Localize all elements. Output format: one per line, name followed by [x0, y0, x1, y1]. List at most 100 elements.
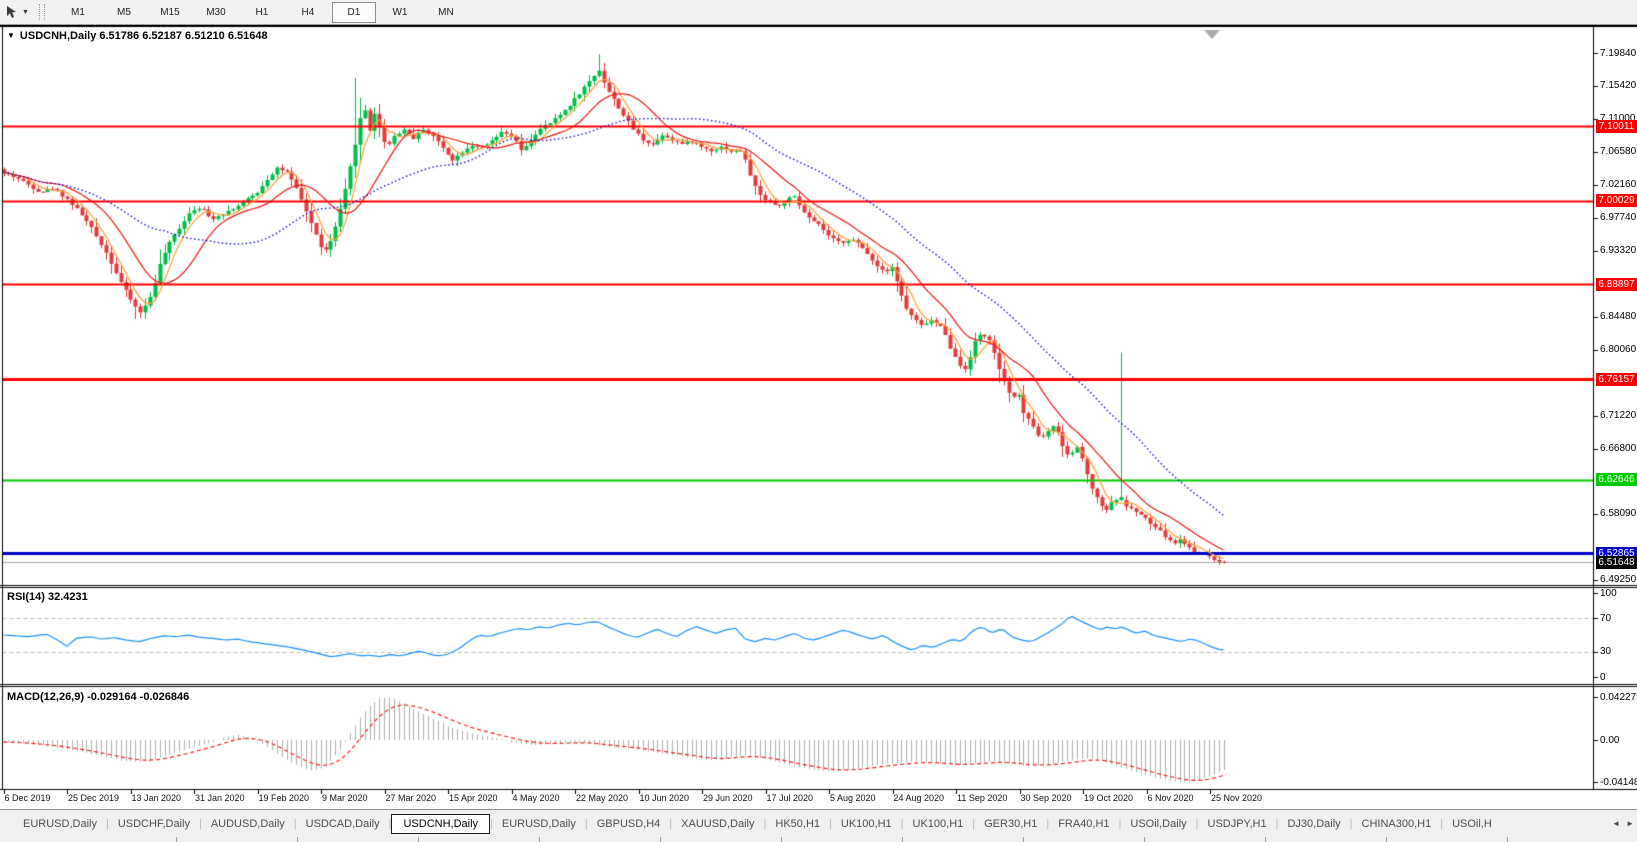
- price-axis-label: 7.15420: [1600, 79, 1636, 92]
- symbol-expand-icon[interactable]: ▼: [7, 31, 15, 40]
- status-strip-divider: [660, 837, 661, 842]
- date-label: 25 Dec 2019: [68, 793, 119, 803]
- date-label: 6 Dec 2019: [5, 793, 51, 803]
- timeframe-buttons: M1M5M15M30H1H4D1W1MN: [55, 2, 469, 23]
- status-strip-divider: [539, 837, 540, 842]
- rsi-axis-label: 100: [1600, 587, 1617, 600]
- chevron-down-icon[interactable]: ▼: [22, 9, 29, 16]
- status-strip-divider: [781, 837, 782, 842]
- chart-canvas[interactable]: [0, 25, 1637, 794]
- tab-dj30-daily[interactable]: DJ30,Daily: [1278, 815, 1349, 833]
- date-label: 10 Jun 2020: [640, 793, 690, 803]
- price-axis-label: 7.06580: [1600, 145, 1636, 158]
- price-axis-label: 6.80060: [1600, 343, 1636, 356]
- status-strip-divider: [1507, 837, 1508, 842]
- tab-scroll-arrows: ◄ ►: [1606, 810, 1634, 837]
- tab-fra40-h1[interactable]: FRA40,H1: [1049, 815, 1118, 833]
- price-axis-label: 6.71220: [1600, 409, 1636, 422]
- timeframe-button-m5[interactable]: M5: [102, 2, 146, 23]
- date-label: 5 Aug 2020: [830, 793, 876, 803]
- timeframe-button-m30[interactable]: M30: [194, 2, 238, 23]
- date-label: 19 Feb 2020: [259, 793, 310, 803]
- date-label: 11 Sep 2020: [957, 793, 1007, 803]
- tab-xauusd-daily[interactable]: XAUUSD,Daily: [672, 815, 763, 833]
- tab-eurusd-daily[interactable]: EURUSD,Daily: [493, 815, 585, 833]
- price-axis-label: 6.49250: [1600, 573, 1636, 586]
- tab-usdcnh-daily[interactable]: USDCNH,Daily: [391, 814, 490, 834]
- tab-bar: EURUSD,Daily|USDCHF,Daily|AUDUSD,Daily|U…: [0, 809, 1637, 837]
- status-strip-divider: [297, 837, 298, 842]
- tab-eurusd-daily[interactable]: EURUSD,Daily: [14, 815, 106, 833]
- price-axis-label: 6.66800: [1600, 442, 1636, 455]
- price-axis-label: 6.97740: [1600, 211, 1636, 224]
- status-strip-divider: [418, 837, 419, 842]
- chart-title-text: USDCNH,Daily 6.51786 6.52187 6.51210 6.5…: [20, 30, 268, 42]
- timeframe-button-mn[interactable]: MN: [424, 2, 468, 23]
- status-strip-divider: [1265, 837, 1266, 842]
- date-label: 27 Mar 2020: [386, 793, 437, 803]
- date-label: 25 Nov 2020: [1211, 793, 1262, 803]
- hline-price-tag: 7.00029: [1596, 194, 1637, 207]
- tab-scroll-right-icon[interactable]: ►: [1626, 819, 1634, 828]
- tab-gbpusd-h4[interactable]: GBPUSD,H4: [588, 815, 670, 833]
- tab-uk100-h1[interactable]: UK100,H1: [832, 815, 901, 833]
- macd-label: MACD(12,26,9) -0.029164 -0.026846: [7, 691, 189, 703]
- price-axis-label: 7.19840: [1600, 47, 1636, 60]
- date-label: 29 Jun 2020: [703, 793, 753, 803]
- rsi-label: RSI(14) 32.4231: [7, 591, 88, 603]
- chart-title: ▼ USDCNH,Daily 6.51786 6.52187 6.51210 6.…: [7, 30, 268, 42]
- date-label: 24 Aug 2020: [894, 793, 945, 803]
- tab-audusd-daily[interactable]: AUDUSD,Daily: [202, 815, 294, 833]
- hline-price-tag: 6.88897: [1596, 278, 1637, 291]
- date-label: 4 May 2020: [513, 793, 560, 803]
- tab-ger30-h1[interactable]: GER30,H1: [975, 815, 1046, 833]
- cursor-tool-icon[interactable]: [4, 4, 20, 20]
- tab-uk100-h1[interactable]: UK100,H1: [904, 815, 973, 833]
- tab-list: EURUSD,Daily|USDCHF,Daily|AUDUSD,Daily|U…: [0, 814, 1501, 834]
- date-label: 19 Oct 2020: [1084, 793, 1133, 803]
- date-label: 13 Jan 2020: [132, 793, 182, 803]
- timeframe-button-w1[interactable]: W1: [378, 2, 422, 23]
- tab-usdchf-daily[interactable]: USDCHF,Daily: [109, 815, 199, 833]
- toolbar: ▼ M1M5M15M30H1H4D1W1MN: [0, 0, 1637, 25]
- date-label: 22 May 2020: [576, 793, 628, 803]
- timeframe-button-d1[interactable]: D1: [332, 2, 376, 23]
- date-label: 31 Jan 2020: [195, 793, 245, 803]
- tab-hk50-h1[interactable]: HK50,H1: [766, 815, 829, 833]
- hline-price-tag: 6.62646: [1596, 473, 1637, 486]
- toolbar-grip[interactable]: [39, 4, 45, 20]
- rsi-axis-label: 30: [1600, 645, 1611, 658]
- date-label: 9 Mar 2020: [322, 793, 368, 803]
- date-label: 17 Jul 2020: [767, 793, 814, 803]
- mt4-window: ▼ M1M5M15M30H1H4D1W1MN ▼ USDCNH,Daily 6.5…: [0, 0, 1637, 842]
- status-strip-divider: [902, 837, 903, 842]
- macd-axis-label: 0.00: [1600, 734, 1619, 747]
- tab-scroll-left-icon[interactable]: ◄: [1612, 819, 1620, 828]
- price-axis-label: 6.58090: [1600, 507, 1636, 520]
- price-axis-label: 6.93320: [1600, 244, 1636, 257]
- tab-usoil-h[interactable]: USOil,H: [1443, 815, 1501, 833]
- timeframe-button-h4[interactable]: H4: [286, 2, 330, 23]
- date-label: 30 Sep 2020: [1021, 793, 1072, 803]
- date-label: 15 Apr 2020: [449, 793, 498, 803]
- timeframe-button-h1[interactable]: H1: [240, 2, 284, 23]
- timeframe-button-m15[interactable]: M15: [148, 2, 192, 23]
- macd-axis-label: -0.04148: [1600, 776, 1637, 789]
- timeframe-button-m1[interactable]: M1: [56, 2, 100, 23]
- hline-price-tag: 7.10011: [1596, 120, 1637, 133]
- current-price-tag: 6.51648: [1596, 556, 1637, 569]
- hline-price-tag: 6.76157: [1596, 373, 1637, 386]
- price-axis-label: 6.84480: [1600, 310, 1636, 323]
- date-label: 6 Nov 2020: [1148, 793, 1194, 803]
- status-strip-divider: [1386, 837, 1387, 842]
- status-strip-divider: [1144, 837, 1145, 842]
- status-strip-divider: [176, 837, 177, 842]
- tab-china300-h1[interactable]: CHINA300,H1: [1353, 815, 1441, 833]
- status-strip-divider: [1023, 837, 1024, 842]
- tab-usdcad-daily[interactable]: USDCAD,Daily: [297, 815, 389, 833]
- tab-usdjpy-h1[interactable]: USDJPY,H1: [1199, 815, 1276, 833]
- rsi-axis-label: 70: [1600, 612, 1611, 625]
- rsi-axis-label: 0: [1600, 671, 1606, 684]
- tab-usoil-daily[interactable]: USOil,Daily: [1121, 815, 1195, 833]
- macd-axis-label: 0.042275: [1600, 691, 1637, 704]
